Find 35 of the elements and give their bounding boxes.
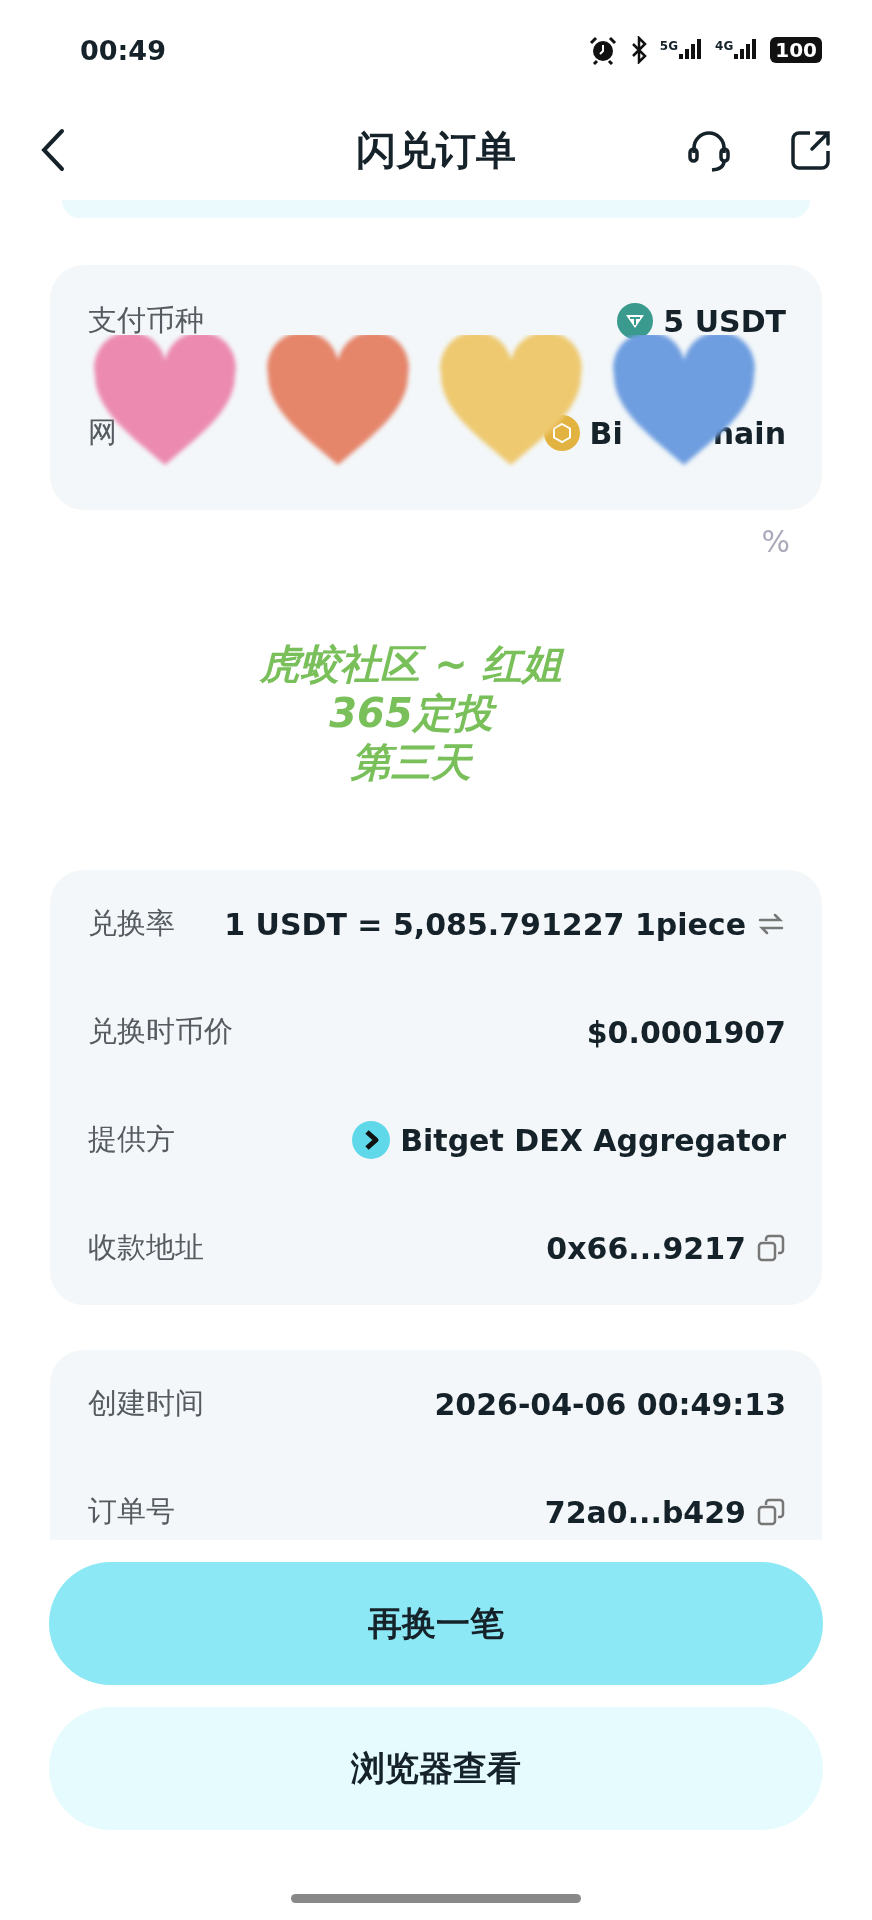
network-label: 5G bbox=[659, 39, 679, 53]
row-label: 兑换时币价 bbox=[88, 1013, 233, 1050]
back-icon[interactable] bbox=[40, 128, 66, 172]
network-label: 4G bbox=[715, 39, 734, 53]
swap-again-button[interactable]: 再换一笔 bbox=[49, 1562, 823, 1685]
battery-indicator: 100 bbox=[770, 37, 822, 63]
row-value: 5 USDT bbox=[663, 303, 786, 339]
row-label: 订单号 bbox=[88, 1493, 175, 1530]
signal-icon bbox=[734, 39, 759, 61]
row-value: Bitget DEX Aggregator bbox=[400, 1122, 786, 1158]
copy-icon[interactable] bbox=[756, 1233, 786, 1263]
row-value: 72a0...b429 bbox=[544, 1494, 746, 1530]
copy-icon[interactable] bbox=[756, 1497, 786, 1527]
page-title: 闪兑订单 bbox=[356, 126, 516, 173]
signal-icon bbox=[679, 39, 704, 61]
bluetooth-icon bbox=[629, 36, 648, 64]
caption-line: 第三天 bbox=[351, 738, 471, 787]
tether-token-icon bbox=[617, 303, 654, 339]
row-value: Bi bbox=[589, 415, 623, 451]
browser-view-button[interactable]: 浏览器查看 bbox=[49, 1707, 823, 1830]
row-label: 兑换率 bbox=[88, 905, 175, 942]
row-label: 网 bbox=[88, 414, 117, 451]
row-value: $0.0001907 bbox=[586, 1014, 786, 1050]
row-label: 提供方 bbox=[88, 1121, 175, 1158]
share-icon[interactable] bbox=[790, 129, 832, 171]
row-label: 收款地址 bbox=[88, 1229, 204, 1266]
row-label: 支付币种 bbox=[88, 302, 204, 339]
row-label: 创建时间 bbox=[88, 1385, 204, 1422]
status-time: 00:49 bbox=[80, 34, 166, 66]
row-value: 1 USDT = 5,085.791227 1piece bbox=[224, 906, 746, 942]
row-value: 2026-04-06 00:49:13 bbox=[434, 1386, 786, 1422]
alarm-icon bbox=[587, 35, 618, 65]
chevron-logo-icon bbox=[352, 1121, 391, 1159]
row-value: 0x66...9217 bbox=[546, 1230, 746, 1266]
covered-text: % bbox=[761, 524, 790, 559]
